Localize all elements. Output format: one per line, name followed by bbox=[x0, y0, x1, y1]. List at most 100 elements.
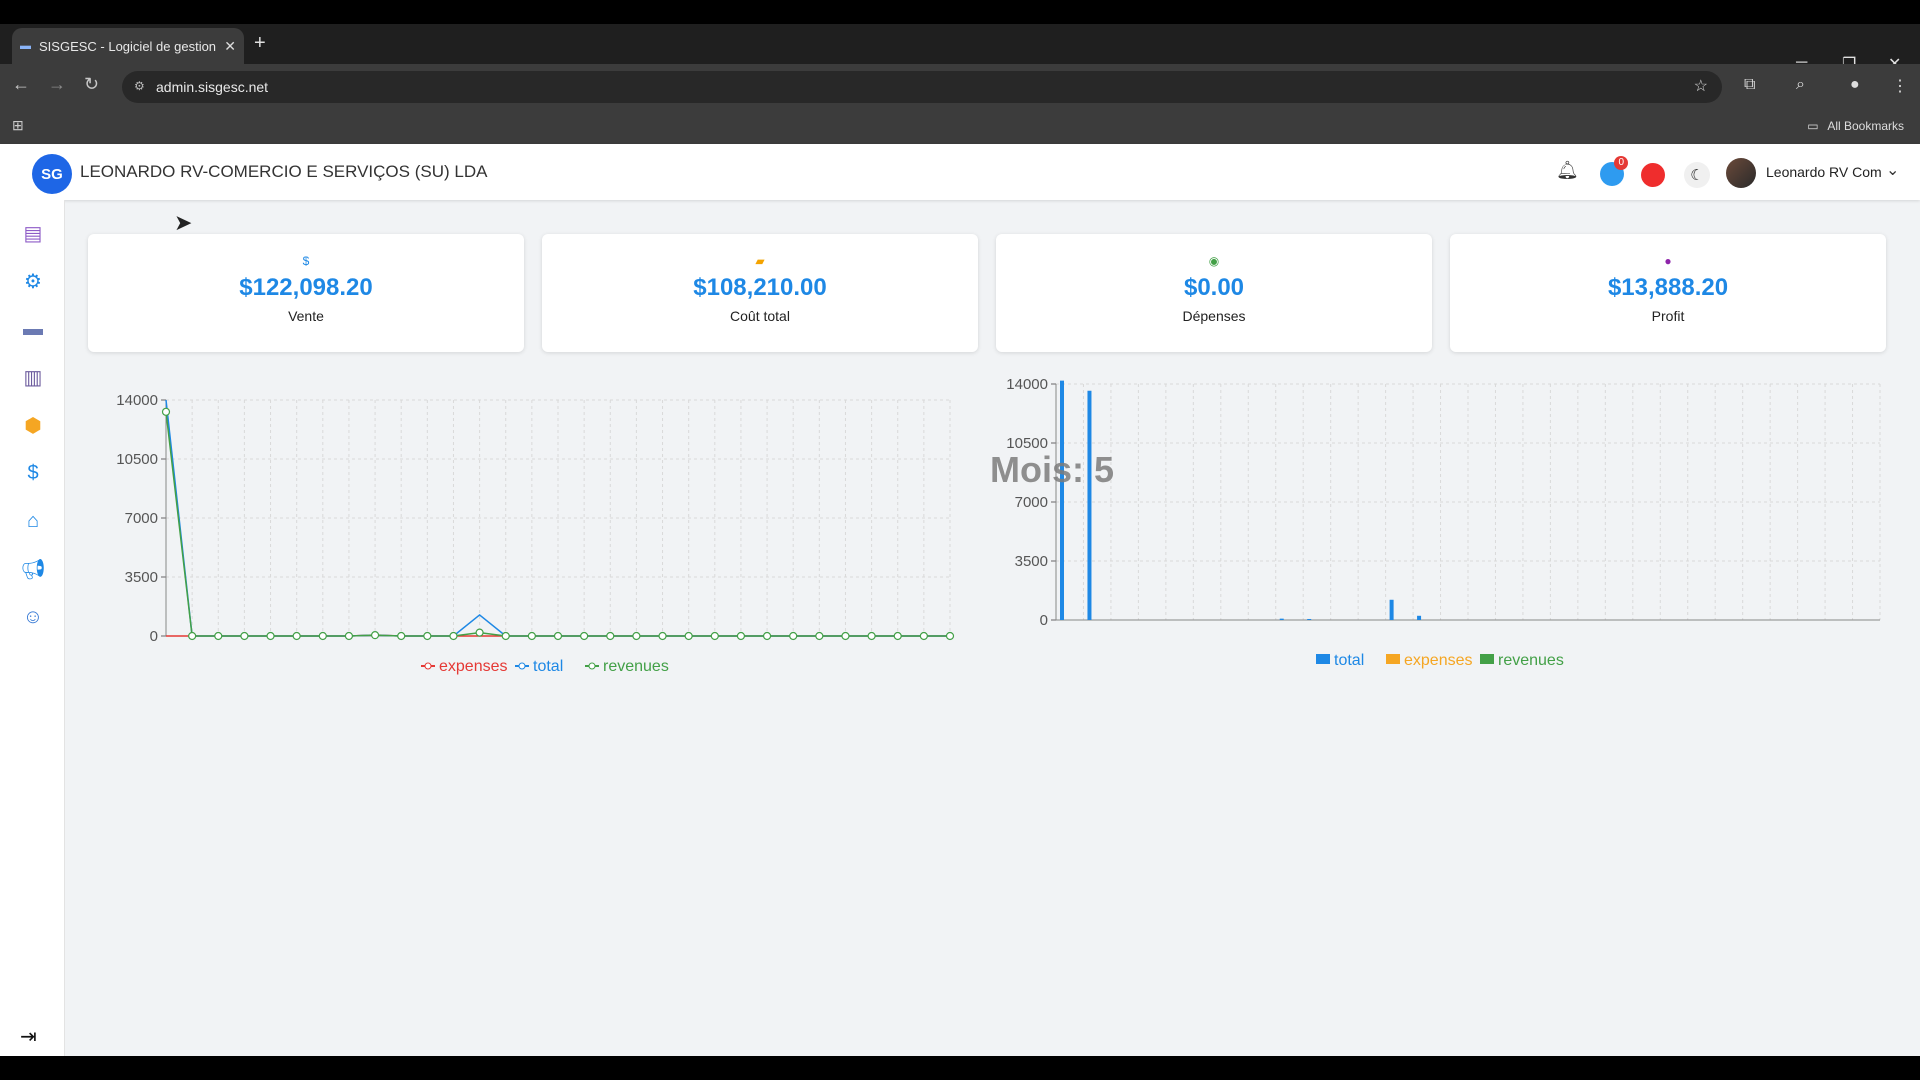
data-point bbox=[684, 631, 693, 641]
reload-icon[interactable]: ↻ bbox=[84, 74, 99, 95]
legend-marker bbox=[424, 662, 432, 670]
tab-title: SISGESC - Logiciel de gestion d bbox=[39, 38, 219, 54]
bookmarks-bar: ⊞ ▭ All Bookmarks bbox=[0, 110, 1920, 144]
dollar-icon[interactable]: $ bbox=[20, 460, 46, 486]
bar-chart: 1400010500700035000Mois: 5total expenses r… bbox=[990, 376, 1881, 669]
data-point bbox=[423, 631, 432, 641]
data-point bbox=[919, 631, 928, 641]
legend-swatch bbox=[1480, 654, 1494, 664]
y-tick-label: 3500 bbox=[125, 569, 158, 586]
data-point bbox=[370, 631, 380, 640]
data-point bbox=[240, 631, 249, 641]
data-point bbox=[318, 631, 327, 641]
user-avatar[interactable] bbox=[1726, 158, 1756, 188]
new-tab-button[interactable]: + bbox=[254, 32, 266, 55]
gear-icon[interactable]: ⚙ bbox=[20, 268, 46, 294]
data-point bbox=[292, 631, 301, 641]
y-tick-label: 0 bbox=[1040, 612, 1048, 629]
y-tick-label: 10500 bbox=[116, 451, 158, 468]
chevron-down-icon[interactable]: ⌄ bbox=[1886, 160, 1899, 180]
data-point bbox=[527, 631, 536, 641]
site-info-icon[interactable]: ⚙ bbox=[134, 79, 145, 93]
y-tick-label: 0 bbox=[150, 628, 158, 645]
stat-card-expenses: ◉ $0.00 Dépenses bbox=[996, 234, 1432, 352]
data-point bbox=[214, 631, 223, 641]
status-indicator[interactable] bbox=[1641, 163, 1665, 187]
url-text: admin.sisgesc.net bbox=[156, 79, 269, 95]
stat-value: $13,888.20 bbox=[1607, 274, 1729, 301]
scroll-icon[interactable]: ▤ bbox=[20, 220, 46, 246]
cart-count-badge: 0 bbox=[1614, 156, 1628, 170]
company-name: LEONARDO RV-COMERCIO E SERVIÇOS (SU) LDA bbox=[80, 162, 488, 181]
top-letterbox bbox=[0, 0, 1920, 24]
screen: ▬ SISGESC - Logiciel de gestion d ✕ + ─ … bbox=[0, 0, 1920, 1080]
app-logo[interactable]: SG bbox=[32, 154, 72, 194]
bell-icon[interactable]: 🔔︎ bbox=[1556, 160, 1579, 181]
address-bar[interactable]: ⚙ admin.sisgesc.net ☆ bbox=[122, 71, 1722, 103]
data-point bbox=[658, 631, 667, 641]
stat-label: Profit bbox=[1651, 308, 1685, 324]
all-bookmarks-button[interactable]: ▭ All Bookmarks bbox=[1807, 119, 1904, 133]
stat-value: $122,098.20 bbox=[239, 274, 373, 301]
data-point bbox=[580, 631, 589, 641]
chart-annotation: Mois: 5 bbox=[990, 449, 1114, 490]
apps-grid-icon[interactable]: ⊞ bbox=[12, 117, 24, 134]
card-icon[interactable]: ▬ bbox=[20, 316, 46, 342]
stat-label: Coût total bbox=[730, 308, 790, 324]
data-point bbox=[867, 631, 876, 641]
data-point bbox=[553, 631, 563, 641]
data-point bbox=[789, 631, 798, 641]
dollar-icon: $ bbox=[302, 254, 310, 268]
stat-card-cost: ▰ $108,210.00 Coût total bbox=[542, 234, 978, 352]
mouse-cursor-icon: ➤ bbox=[174, 210, 193, 235]
extensions-icon[interactable]: ⧉ bbox=[1744, 76, 1755, 94]
data-point bbox=[475, 628, 484, 637]
bar bbox=[1087, 390, 1092, 620]
y-tick-label: 7000 bbox=[125, 510, 158, 527]
box-icon[interactable]: ⬢ bbox=[20, 412, 46, 438]
coin-icon: ◉ bbox=[1208, 254, 1220, 268]
menu-kebab-icon[interactable]: ⋮ bbox=[1892, 76, 1908, 96]
close-tab-icon[interactable]: ✕ bbox=[224, 38, 236, 55]
bar bbox=[1417, 615, 1422, 620]
line-chart: 14000 10500 7000 3500 0 expenses total revenues bbox=[116, 392, 955, 675]
moon-icon[interactable]: ☾ bbox=[1684, 162, 1710, 188]
data-point bbox=[161, 407, 171, 416]
profile-avatar-icon[interactable]: ● bbox=[1850, 76, 1860, 94]
stat-card-profit: ● $13,888.20 Profit bbox=[1450, 234, 1886, 352]
browser-tab[interactable]: ▬ SISGESC - Logiciel de gestion d ✕ bbox=[12, 28, 244, 64]
back-icon[interactable]: ← bbox=[12, 74, 30, 95]
logout-icon[interactable]: ⇥ bbox=[20, 1024, 37, 1049]
data-point bbox=[397, 631, 406, 641]
series-line-revenues bbox=[165, 411, 950, 637]
legend-label: total bbox=[1334, 652, 1364, 669]
y-tick-label: 14000 bbox=[1006, 376, 1048, 393]
bar bbox=[1389, 599, 1394, 620]
data-point bbox=[501, 631, 510, 641]
tab-search-icon[interactable]: ⌕ bbox=[1796, 76, 1805, 94]
money-bag-icon: ● bbox=[1664, 254, 1672, 268]
books-icon[interactable]: ▥ bbox=[20, 364, 46, 390]
all-bookmarks-label: All Bookmarks bbox=[1827, 119, 1904, 133]
bookmark-star-icon[interactable]: ☆ bbox=[1694, 76, 1708, 96]
y-tick-label: 7000 bbox=[1015, 494, 1048, 511]
stat-value: $0.00 bbox=[1183, 274, 1245, 301]
y-tick-label: 3500 bbox=[1015, 553, 1048, 570]
legend-label: revenues bbox=[1498, 652, 1564, 669]
app-area: SG LEONARDO RV-COMERCIO E SERVIÇOS (SU) … bbox=[0, 144, 1920, 1056]
user-cog-icon[interactable]: ☺ bbox=[20, 604, 46, 630]
legend-label: expenses bbox=[1404, 652, 1473, 669]
forward-icon[interactable]: → bbox=[48, 74, 66, 95]
store-icon[interactable]: ⌂ bbox=[20, 508, 46, 534]
username[interactable]: Leonardo RV Com bbox=[1766, 164, 1882, 180]
legend-marker bbox=[588, 662, 596, 670]
legend-label: revenues bbox=[603, 658, 669, 675]
stat-label: Vente bbox=[288, 308, 324, 324]
browser-tabstrip: ▬ SISGESC - Logiciel de gestion d ✕ + ─ … bbox=[0, 24, 1920, 73]
megaphone-icon[interactable]: 📢︎ bbox=[20, 556, 46, 582]
stat-value: $108,210.00 bbox=[693, 274, 827, 301]
bar bbox=[1307, 618, 1312, 620]
cart-button[interactable]: 0 bbox=[1600, 156, 1628, 186]
data-point bbox=[606, 631, 615, 641]
data-point bbox=[632, 631, 641, 641]
